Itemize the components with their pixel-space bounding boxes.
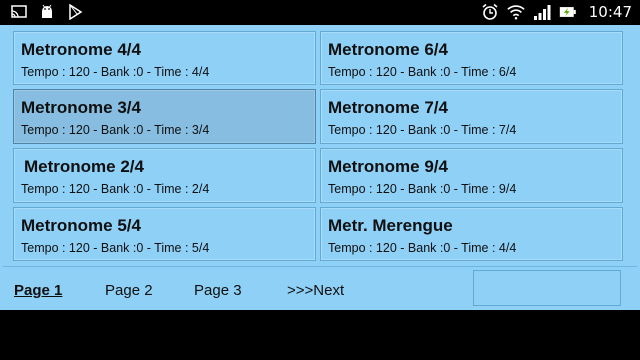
tile-subtitle: Tempo : 120 - Bank :0 - Time : 9/4 — [328, 182, 517, 196]
alarm-icon — [481, 3, 499, 21]
tile-subtitle: Tempo : 120 - Bank :0 - Time : 3/4 — [21, 123, 210, 137]
tile-title: Metronome 6/4 — [328, 40, 448, 59]
screencast-icon — [10, 3, 28, 21]
tile-subtitle: Tempo : 120 - Bank :0 - Time : 2/4 — [21, 182, 210, 196]
tile-subtitle: Tempo : 120 - Bank :0 - Time : 4/4 — [21, 65, 210, 79]
tile-subtitle: Tempo : 120 - Bank :0 - Time : 5/4 — [21, 241, 210, 255]
battery-charging-icon — [559, 3, 577, 21]
tile-title: Metronome 7/4 — [328, 98, 448, 117]
play-store-icon — [66, 3, 84, 21]
tile-title: Metronome 3/4 — [21, 98, 141, 117]
tile-title: Metr. Merengue — [328, 216, 453, 235]
empty-box — [473, 270, 621, 306]
tile-title: Metronome 4/4 — [21, 40, 141, 59]
tile-title: Metronome 9/4 — [328, 157, 448, 176]
tile-subtitle: Tempo : 120 - Bank :0 - Time : 4/4 — [328, 241, 517, 255]
wifi-icon — [507, 3, 525, 21]
metronome-list-screen: Metronome 4/4 Tempo : 120 - Bank :0 - Ti… — [0, 25, 640, 310]
tile-subtitle: Tempo : 120 - Bank :0 - Time : 6/4 — [328, 65, 517, 79]
clock: 10:47 — [588, 3, 632, 21]
metronome-tile[interactable]: Metronome 7/4 Tempo : 120 - Bank :0 - Ti… — [320, 89, 623, 144]
metronome-tile[interactable]: Metr. Merengue Tempo : 120 - Bank :0 - T… — [320, 207, 623, 261]
tile-subtitle: Tempo : 120 - Bank :0 - Time : 7/4 — [328, 123, 517, 137]
metronome-tile[interactable]: Metronome 6/4 Tempo : 120 - Bank :0 - Ti… — [320, 31, 623, 85]
metronome-tile[interactable]: Metronome 9/4 Tempo : 120 - Bank :0 - Ti… — [320, 148, 623, 203]
metronome-tile[interactable]: Metronome 5/4 Tempo : 120 - Bank :0 - Ti… — [13, 207, 316, 261]
tile-title: Metronome 5/4 — [21, 216, 141, 235]
status-bar: 10:47 — [0, 0, 640, 25]
page-1-link[interactable]: Page 1 — [14, 282, 62, 299]
divider — [3, 266, 637, 267]
metronome-tile-selected[interactable]: Metronome 3/4 Tempo : 120 - Bank :0 - Ti… — [13, 89, 316, 144]
bottom-bar — [0, 310, 640, 360]
signal-icon — [533, 3, 551, 21]
page-2-link[interactable]: Page 2 — [105, 282, 153, 299]
metronome-tile[interactable]: Metronome 2/4 Tempo : 120 - Bank :0 - Ti… — [13, 148, 316, 203]
metronome-tile[interactable]: Metronome 4/4 Tempo : 120 - Bank :0 - Ti… — [13, 31, 316, 85]
android-icon — [38, 3, 56, 21]
tile-title: Metronome 2/4 — [24, 157, 144, 176]
page-3-link[interactable]: Page 3 — [194, 282, 242, 299]
next-page-link[interactable]: >>>Next — [287, 282, 344, 299]
